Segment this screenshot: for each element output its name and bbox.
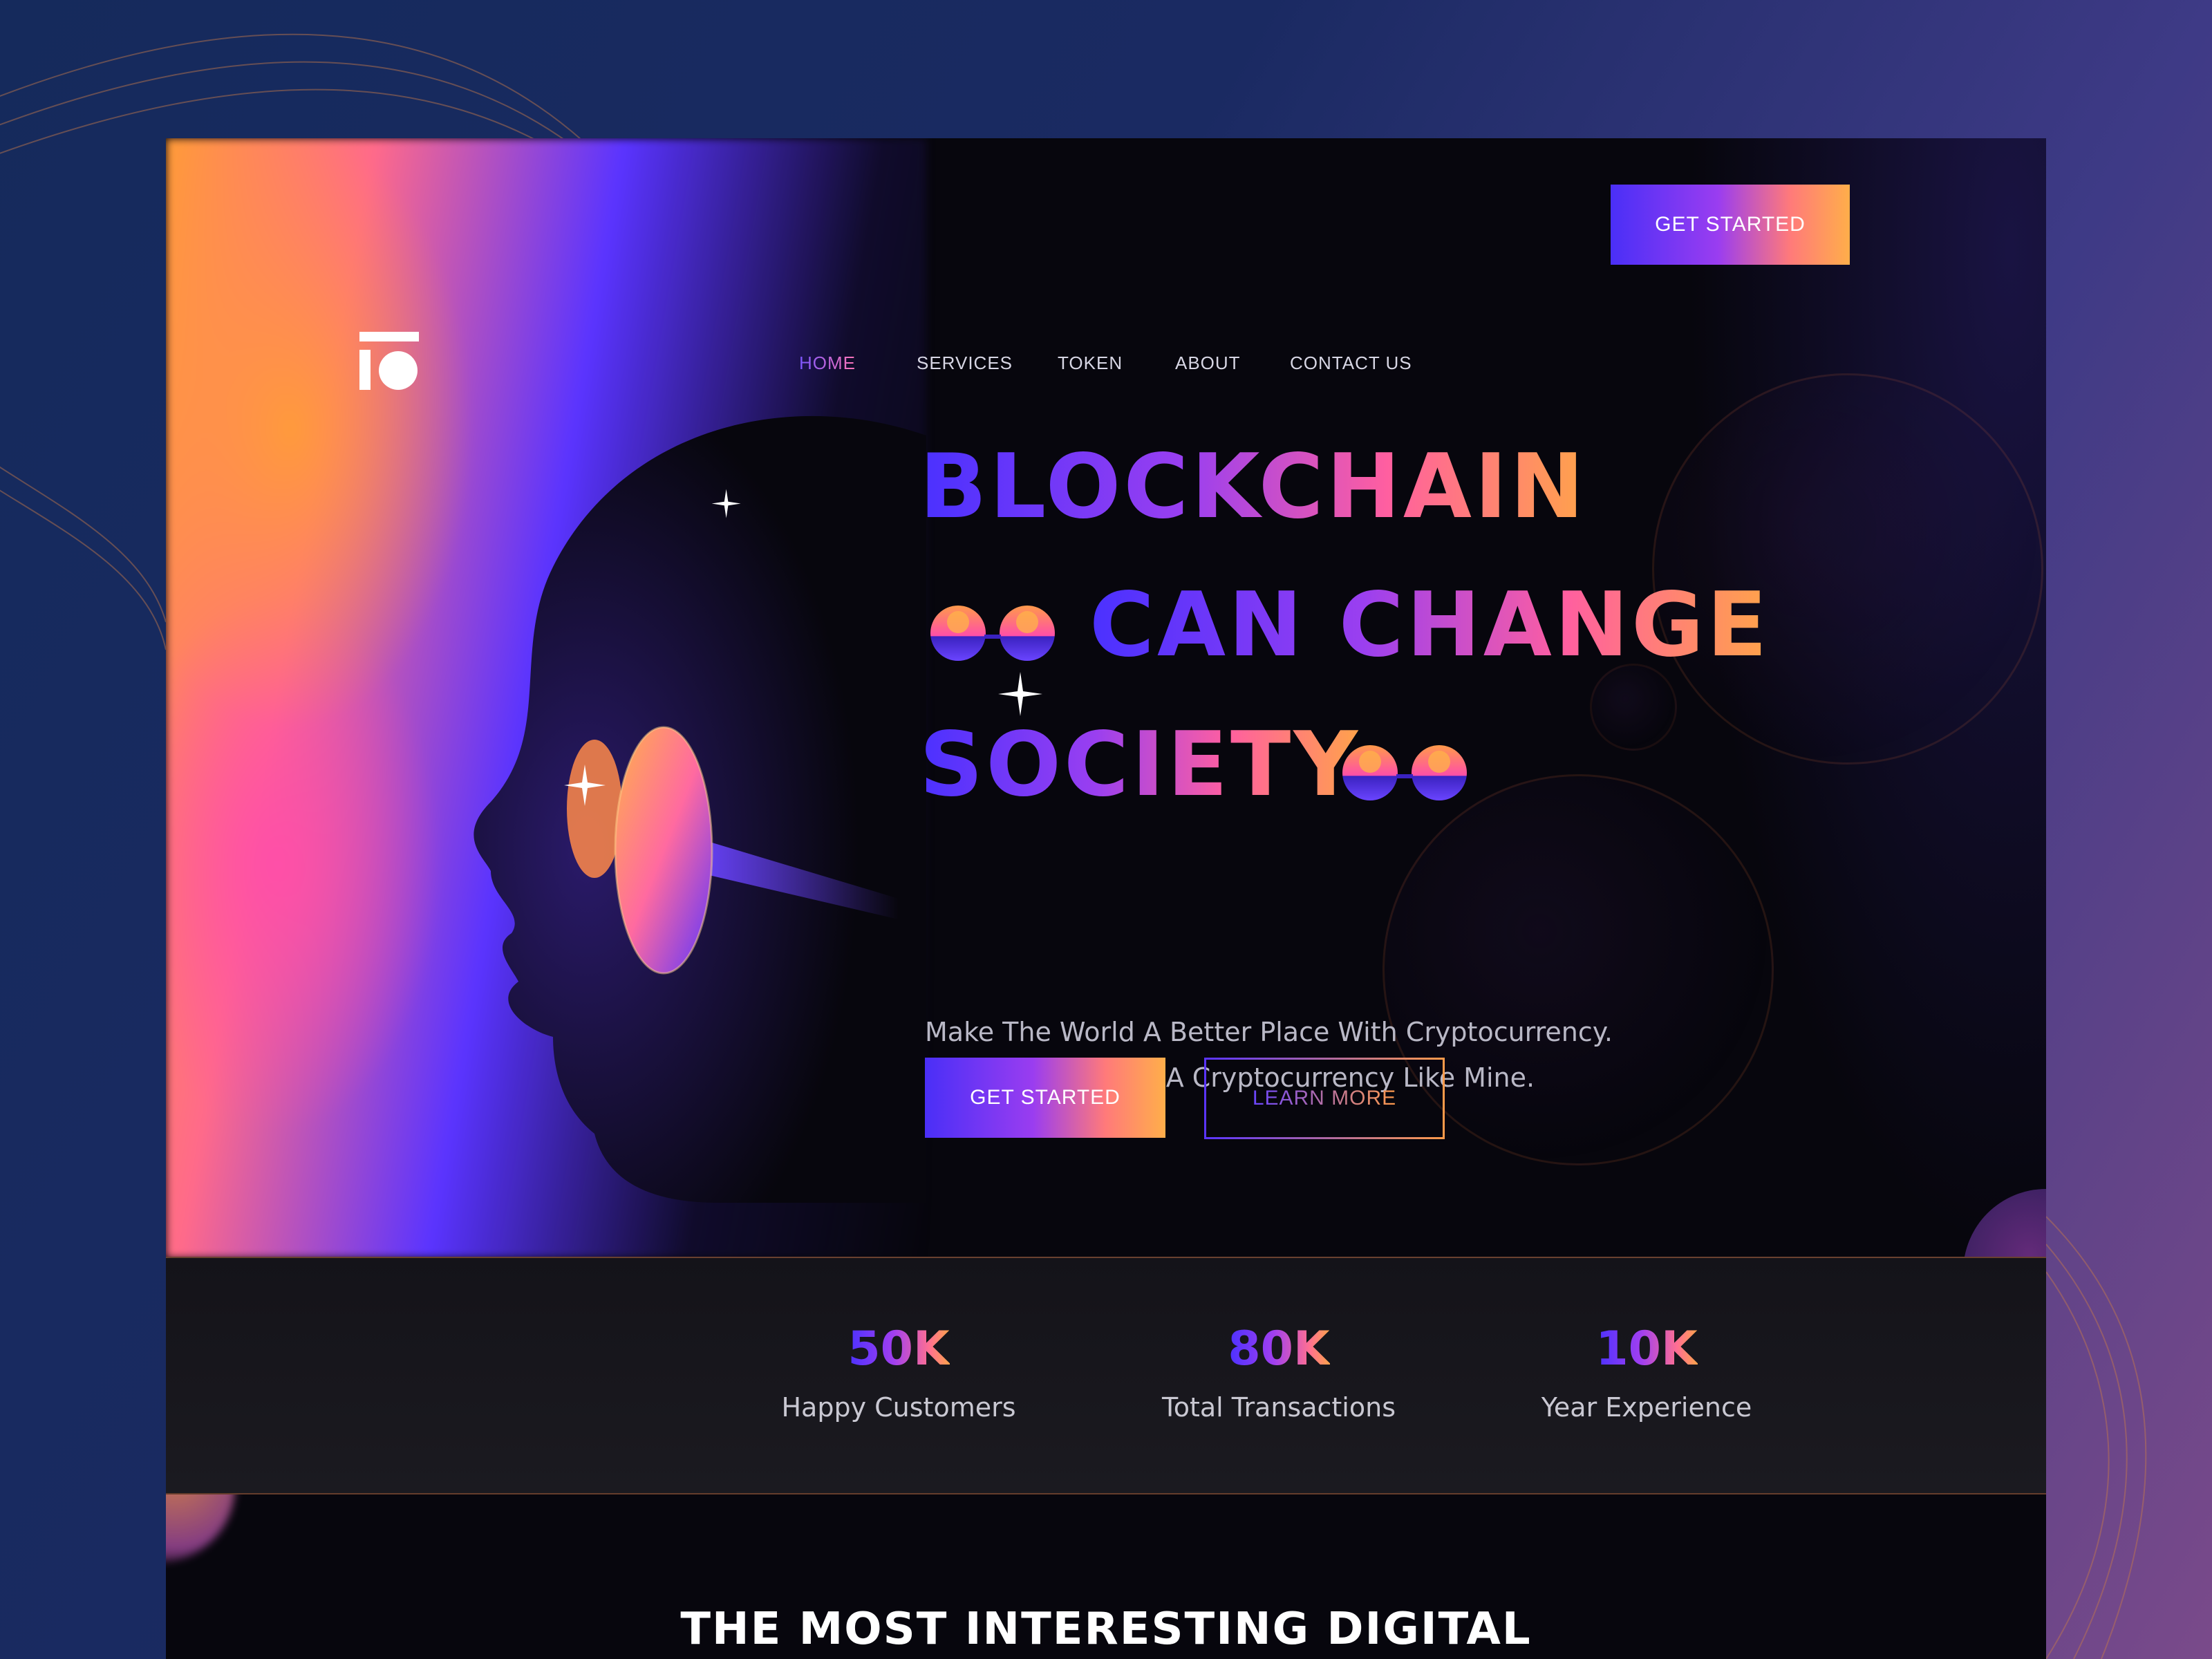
stat-value: 80K [1228, 1322, 1330, 1376]
brand-logo-icon[interactable] [358, 330, 420, 393]
stats-bar: 50K Happy Customers 80K Total Transactio… [166, 1257, 2046, 1494]
nav-item-token[interactable]: TOKEN [1058, 346, 1123, 380]
nav-item-services[interactable]: SERVICES [917, 346, 1013, 380]
stat-item: 80K Total Transactions [1134, 1258, 1424, 1423]
stat-value: 50K [847, 1322, 950, 1376]
nav-get-started-button[interactable]: GET STARTED [1611, 185, 1850, 265]
decorative-circle [1652, 373, 2043, 765]
sunglasses-icon [930, 606, 1055, 661]
stat-label: Year Experience [1541, 1392, 1752, 1423]
headline-line-2: CAN CHANGE [1089, 574, 1770, 677]
stat-item: 50K Happy Customers [753, 1258, 1044, 1423]
nav-item-contact-us[interactable]: CONTACT US [1290, 346, 1412, 380]
landing-card: HOME SERVICES TOKEN ABOUT CONTACT US GET… [166, 138, 2046, 1659]
headline-line-3: SOCIETY [919, 713, 1360, 816]
nav-item-about[interactable]: ABOUT [1175, 346, 1241, 380]
stat-label: Total Transactions [1161, 1392, 1396, 1423]
hero-get-started-button[interactable]: GET STARTED [925, 1058, 1165, 1138]
headline-line-1: BLOCKCHAIN [919, 435, 1587, 538]
section-title: THE MOST INTERESTING DIGITAL [680, 1604, 1532, 1655]
sunglasses-icon [1342, 745, 1467, 800]
stat-value: 10K [1595, 1322, 1698, 1376]
stat-label: Happy Customers [781, 1392, 1016, 1423]
hero-subtitle-line-1: Make The World A Better Place With Crypt… [925, 1017, 1613, 1047]
learn-more-button[interactable]: LEARN MORE [1204, 1058, 1445, 1139]
stat-item: 10K Year Experience [1501, 1258, 1792, 1423]
learn-more-label: LEARN MORE [1252, 1087, 1397, 1109]
nav-item-home[interactable]: HOME [799, 346, 856, 380]
